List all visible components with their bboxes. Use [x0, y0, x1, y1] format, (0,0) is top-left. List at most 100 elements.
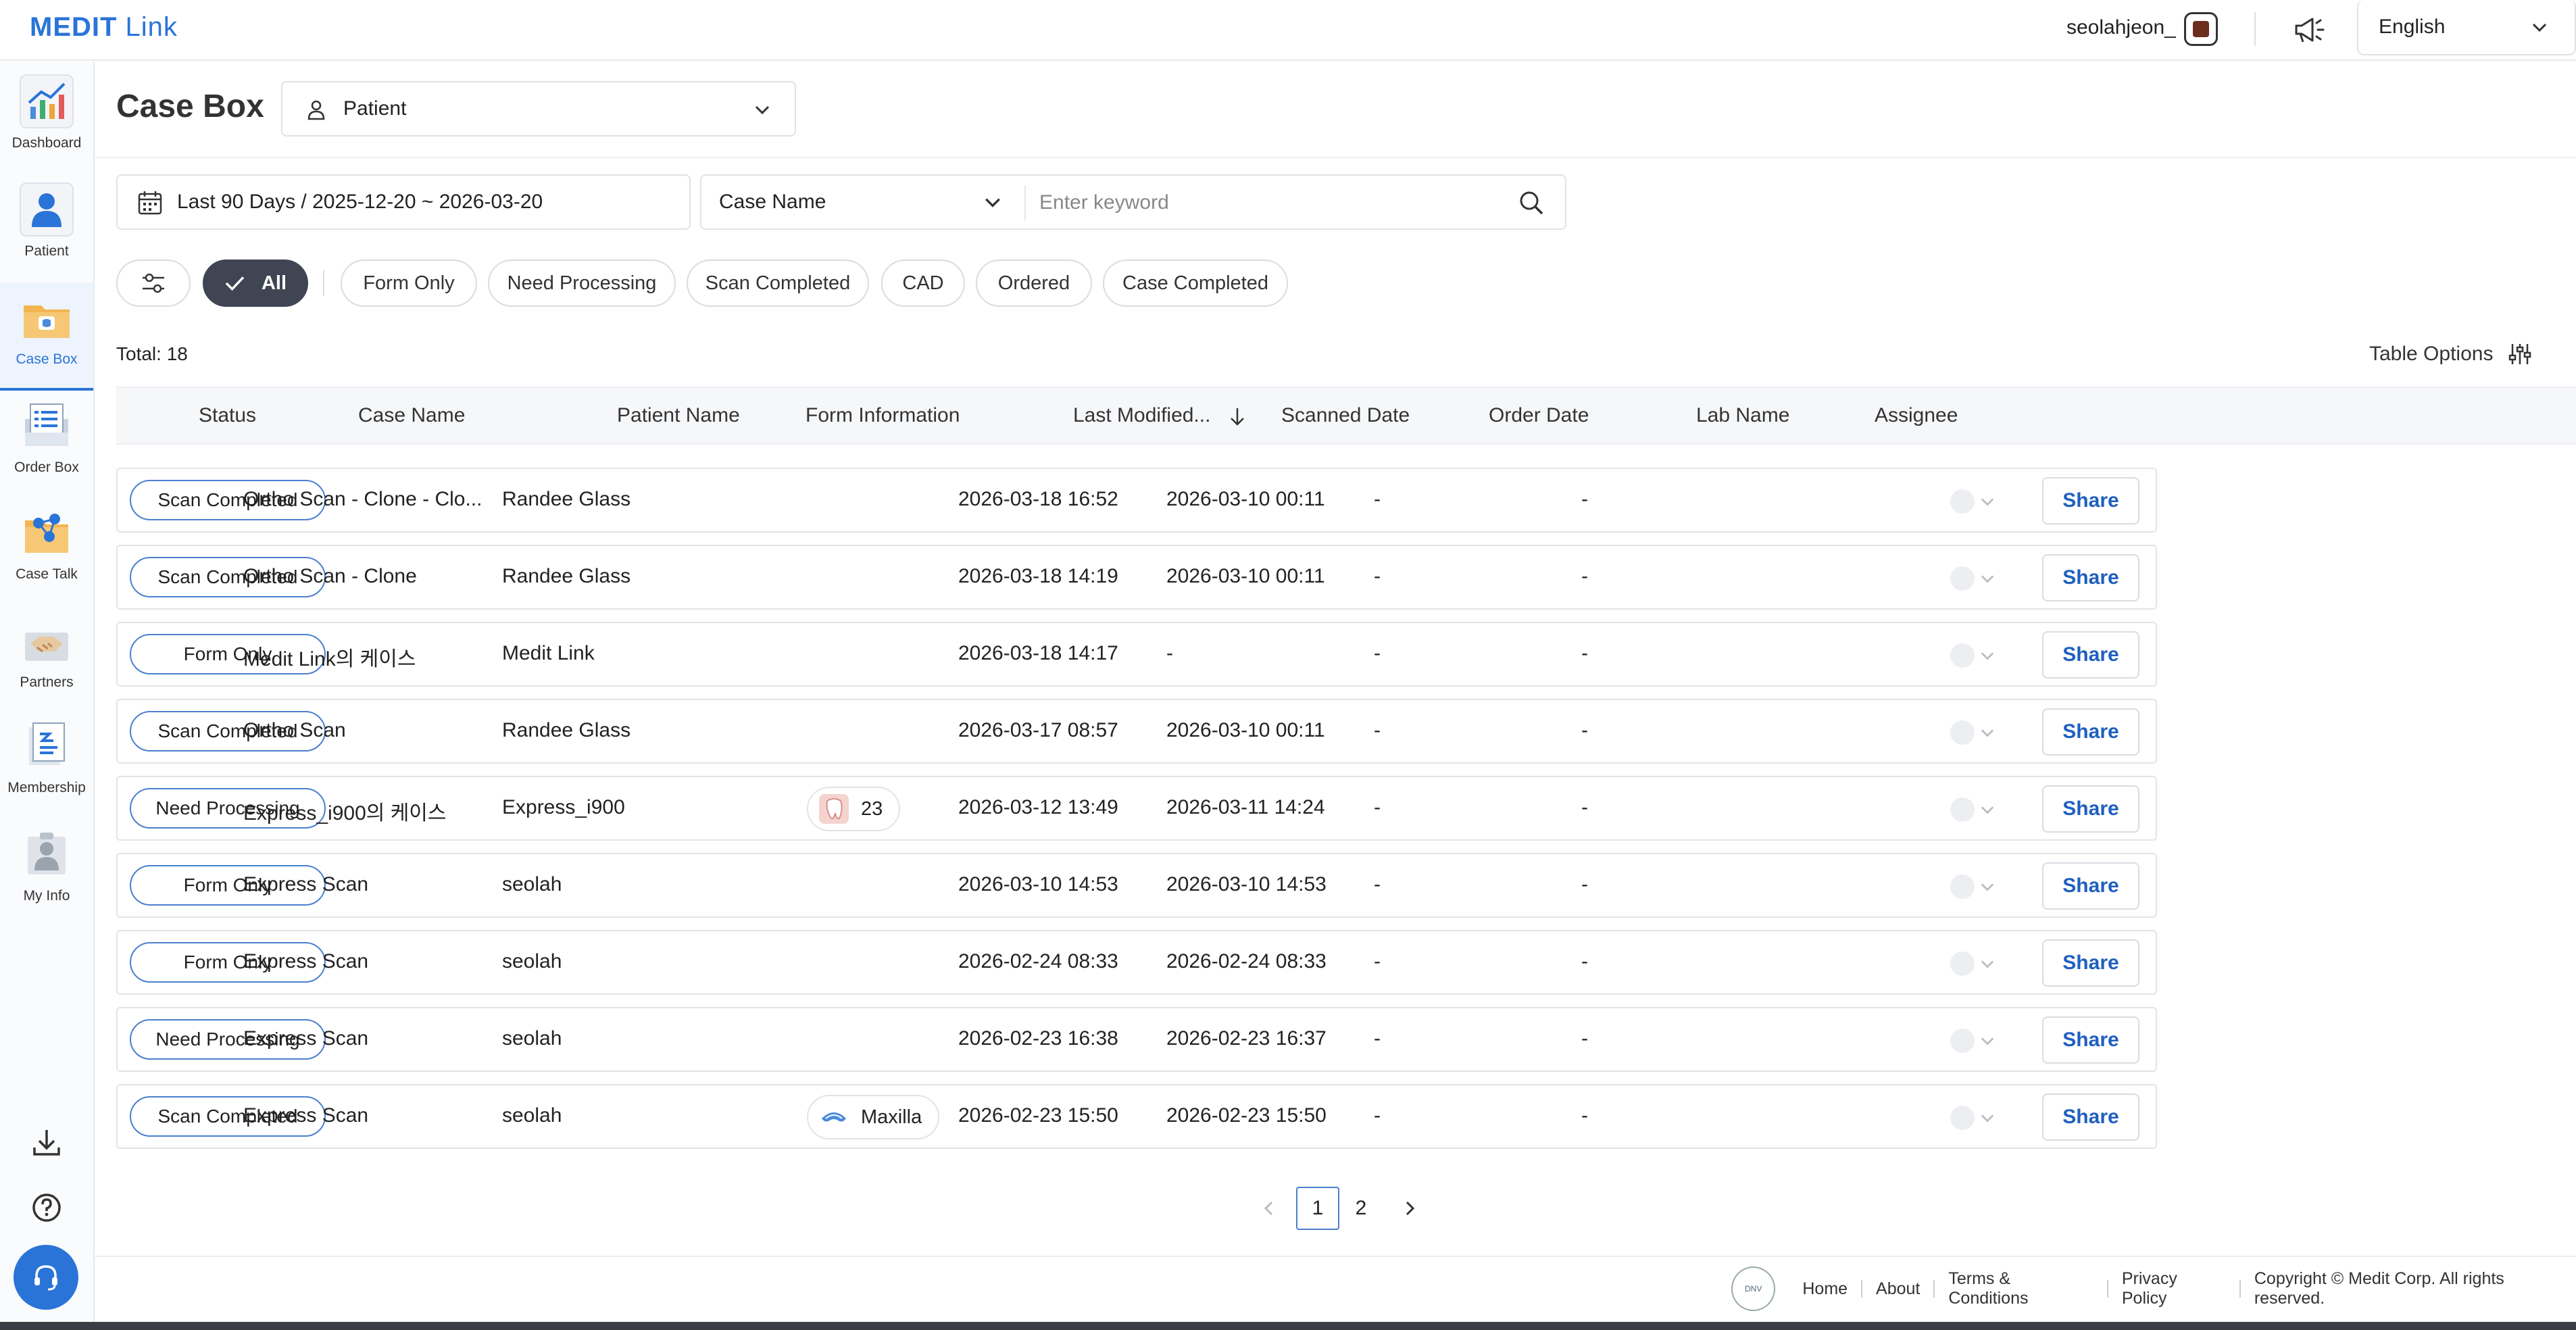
share-button[interactable]: Share — [2042, 708, 2139, 756]
order-date-cell: - — [1374, 950, 1381, 972]
table-row[interactable]: Scan Completed Ortho Scan Randee Glass 2026… — [116, 699, 2157, 764]
last-modified-cell: 2026-02-23 16:38 — [958, 1027, 1118, 1050]
sidebar-item-case-talk[interactable]: Case Talk — [0, 497, 93, 606]
assignee-select[interactable] — [1950, 1029, 1995, 1053]
assignee-avatar — [1950, 566, 1975, 591]
chevron-down-icon[interactable] — [984, 193, 1001, 211]
column-header-patient-name[interactable]: Patient Name — [617, 404, 740, 427]
assignee-select[interactable] — [1950, 566, 1995, 591]
filter-chip-case-completed[interactable]: Case Completed — [1103, 260, 1288, 307]
footer-link-privacy[interactable]: Privacy Policy — [2122, 1269, 2226, 1308]
filter-chip-all[interactable]: All — [203, 260, 308, 307]
table-options-icon — [2509, 344, 2531, 364]
footer-link-terms[interactable]: Terms & Conditions — [1948, 1269, 2094, 1308]
share-button[interactable]: Share — [2042, 477, 2139, 524]
table-options-button[interactable]: Table Options — [2369, 342, 2532, 366]
sidebar-item-patient[interactable]: Patient — [0, 174, 93, 282]
assignee-avatar — [1950, 952, 1975, 976]
assignee-select[interactable] — [1950, 643, 1995, 668]
divider — [95, 157, 2576, 158]
column-header-order-date[interactable]: Order Date — [1489, 404, 1589, 427]
language-select[interactable]: English — [2357, 0, 2576, 55]
patient-name-cell: seolah — [502, 873, 562, 895]
form-information-chip[interactable]: 23 — [807, 787, 901, 831]
share-button[interactable]: Share — [2042, 1093, 2139, 1141]
column-header-lab-name[interactable]: Lab Name — [1696, 404, 1789, 427]
filter-chip-form-only[interactable]: Form Only — [341, 260, 477, 307]
last-modified-cell: 2026-03-18 14:17 — [958, 642, 1118, 664]
footer-link-home[interactable]: Home — [1802, 1279, 1848, 1299]
patient-name-cell: seolah — [502, 1027, 562, 1050]
footer-link-about[interactable]: About — [1876, 1279, 1920, 1299]
table-row[interactable]: Scan Completed Ortho Scan - Clone Randee G… — [116, 545, 2157, 610]
search-icon[interactable] — [1518, 189, 1545, 216]
filter-chip-need-processing[interactable]: Need Processing — [488, 260, 676, 307]
case-name-cell: Express Scan — [243, 873, 369, 895]
share-button[interactable]: Share — [2042, 554, 2139, 601]
type-select[interactable]: Patient — [281, 81, 796, 137]
table-row[interactable]: Scan Completed Express Scan seolah 2026-02-… — [116, 1084, 2157, 1149]
column-header-case-name[interactable]: Case Name — [358, 404, 465, 427]
pagination-page-2[interactable]: 2 — [1339, 1187, 1383, 1230]
assignee-select[interactable] — [1950, 720, 1995, 745]
share-button[interactable]: Share — [2042, 631, 2139, 679]
column-header-form-information[interactable]: Form Information — [806, 404, 960, 427]
search-input[interactable] — [1039, 182, 1499, 223]
divider — [2239, 1280, 2241, 1298]
assignee-select[interactable] — [1950, 489, 1995, 514]
sort-descending-icon — [1230, 408, 1244, 426]
column-header-assignee[interactable]: Assignee — [1875, 404, 1958, 427]
column-header-scanned-date[interactable]: Scanned Date — [1281, 404, 1410, 427]
last-modified-cell: 2026-03-18 16:52 — [958, 488, 1118, 510]
filter-chip-cad[interactable]: CAD — [881, 260, 965, 307]
share-button[interactable]: Share — [2042, 939, 2139, 987]
sidebar-item-membership[interactable]: Membership — [0, 711, 93, 819]
table-row[interactable]: Form Only Express Scan seolah 2026-02-24 08… — [116, 930, 2157, 995]
check-icon — [225, 276, 245, 291]
sidebar-item-partners[interactable]: Partners — [0, 606, 93, 714]
scanned-date-cell: 2026-03-10 00:11 — [1166, 719, 1325, 741]
support-headset-icon[interactable] — [14, 1245, 78, 1310]
help-icon[interactable] — [31, 1192, 62, 1223]
column-header-last-modified[interactable]: Last Modified... — [1073, 404, 1246, 427]
username[interactable]: seolahjeon_ — [2066, 16, 2176, 39]
table-row[interactable]: Form Only Medit Link의 케이스 Medit Link 2026-0… — [116, 622, 2157, 687]
sidebar-item-my-info[interactable]: My Info — [0, 819, 93, 927]
sidebar-item-order-box[interactable]: Order Box — [0, 391, 93, 499]
search-field-select[interactable]: Case Name — [719, 191, 826, 214]
assignee-select[interactable] — [1950, 875, 1995, 899]
assignee-select[interactable] — [1950, 952, 1995, 976]
date-range-picker[interactable]: Last 90 Days / 2025-12-20 ~ 2026-03-20 — [116, 174, 691, 230]
assignee-select[interactable] — [1950, 797, 1995, 822]
pagination-page-1[interactable]: 1 — [1296, 1187, 1339, 1230]
filter-chip-scan-completed[interactable]: Scan Completed — [687, 260, 869, 307]
sidebar-item-dashboard[interactable]: Dashboard — [0, 66, 93, 174]
filter-settings-button[interactable] — [116, 260, 191, 307]
pagination-prev-button[interactable] — [1247, 1187, 1291, 1230]
share-button[interactable]: Share — [2042, 1016, 2139, 1064]
column-header-status[interactable]: Status — [199, 404, 256, 427]
scanned-date-cell: 2026-02-23 15:50 — [1166, 1104, 1327, 1127]
patient-icon — [20, 182, 74, 237]
user-badge-icon[interactable] — [2184, 12, 2218, 46]
table-row[interactable]: Scan Completed Ortho Scan - Clone - Clo..… — [116, 468, 2157, 533]
download-icon[interactable] — [31, 1127, 62, 1158]
sidebar-item-case-box[interactable]: Case Box — [0, 282, 93, 391]
last-modified-cell: 2026-03-12 13:49 — [958, 796, 1118, 818]
copyright-text: Copyright © Medit Corp. All rights reser… — [2254, 1269, 2504, 1308]
megaphone-icon[interactable] — [2292, 15, 2326, 45]
scanned-date-cell: 2026-03-11 14:24 — [1166, 796, 1325, 818]
table-row[interactable]: Form Only Express Scan seolah 2026-03-10 14… — [116, 853, 2157, 918]
table-row[interactable]: Need Processing Express_i900의 케이스 Express_… — [116, 776, 2157, 841]
medit-link-logo[interactable]: MEDIT Link — [30, 12, 178, 43]
filter-chip-ordered[interactable]: Ordered — [976, 260, 1092, 307]
patient-name-cell: Medit Link — [502, 642, 595, 664]
chevron-down-icon — [1981, 806, 1994, 814]
pagination-next-button[interactable] — [1388, 1187, 1431, 1230]
assignee-select[interactable] — [1950, 1106, 1995, 1130]
table-row[interactable]: Need Processing Express Scan seolah 2026-02… — [116, 1007, 2157, 1072]
share-button[interactable]: Share — [2042, 785, 2139, 833]
form-information-chip[interactable]: Maxilla — [807, 1095, 940, 1139]
order-date-cell: - — [1374, 719, 1381, 741]
share-button[interactable]: Share — [2042, 862, 2139, 910]
